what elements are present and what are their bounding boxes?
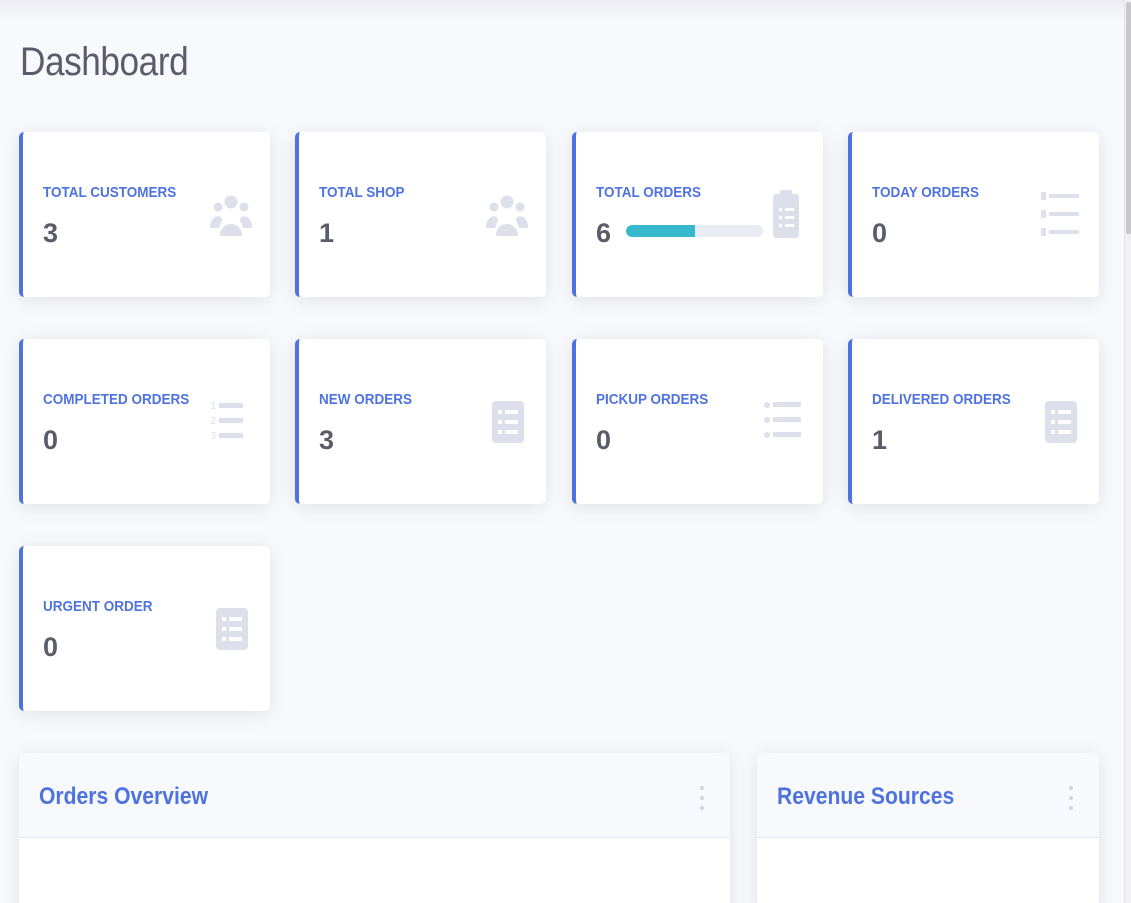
scrollbar-thumb[interactable]: [1126, 2, 1131, 234]
users-icon: [486, 195, 528, 236]
card-label: TOTAL CUSTOMERS: [43, 184, 177, 201]
panel-title: Orders Overview: [39, 783, 209, 810]
panel-header: Revenue Sources: [757, 753, 1099, 838]
card-label: DELIVERED ORDERS: [872, 391, 1011, 408]
revenue-sources-panel: Revenue Sources: [757, 753, 1099, 903]
list-ul-icon: [764, 402, 801, 438]
card-value: 0: [596, 425, 612, 455]
list-alt-icon: [492, 401, 524, 443]
list-ol-icon: 1 2 3: [210, 401, 243, 442]
card-label: NEW ORDERS: [319, 391, 413, 408]
svg-text:3: 3: [210, 431, 216, 442]
card-value: 3: [43, 218, 59, 248]
card-today-orders[interactable]: TODAY ORDERS 0: [848, 132, 1099, 297]
card-value: 0: [43, 632, 59, 662]
clipboard-list-icon: [773, 190, 799, 238]
card-label: PICKUP ORDERS: [596, 391, 709, 408]
users-icon: [210, 195, 252, 236]
page-title: Dashboard: [20, 40, 189, 84]
card-urgent-order[interactable]: URGENT ORDER 0: [19, 546, 270, 711]
card-value: 3: [319, 425, 335, 455]
list-alt-icon: [216, 608, 248, 650]
orders-progress-fill: [626, 225, 695, 237]
card-value: 6: [596, 218, 612, 248]
card-pickup-orders[interactable]: PICKUP ORDERS 0: [572, 339, 823, 504]
svg-text:1: 1: [210, 401, 216, 412]
card-value: 1: [319, 218, 335, 248]
card-label: TOTAL SHOP: [319, 184, 405, 201]
card-completed-orders[interactable]: COMPLETED ORDERS 0 1 2 3: [19, 339, 270, 504]
more-vertical-icon[interactable]: [1067, 786, 1075, 810]
card-total-shop[interactable]: TOTAL SHOP 1: [295, 132, 546, 297]
panel-header: Orders Overview: [19, 753, 730, 838]
svg-text:2: 2: [210, 416, 216, 427]
card-value: 1: [872, 425, 888, 455]
panel-title: Revenue Sources: [777, 783, 955, 810]
orders-progress-bar: [626, 225, 763, 237]
card-label: TOTAL ORDERS: [596, 184, 702, 201]
card-label: TODAY ORDERS: [872, 184, 980, 201]
list-icon: [1041, 192, 1079, 236]
more-vertical-icon[interactable]: [698, 786, 706, 810]
topbar-shadow: [0, 0, 1124, 22]
card-new-orders[interactable]: NEW ORDERS 3: [295, 339, 546, 504]
card-value: 0: [43, 425, 59, 455]
card-delivered-orders[interactable]: DELIVERED ORDERS 1: [848, 339, 1099, 504]
card-label: COMPLETED ORDERS: [43, 391, 190, 408]
card-value: 0: [872, 218, 888, 248]
orders-overview-panel: Orders Overview: [19, 753, 730, 903]
card-label: URGENT ORDER: [43, 598, 153, 615]
page-scrollbar[interactable]: [1124, 0, 1131, 903]
card-total-customers[interactable]: TOTAL CUSTOMERS 3: [19, 132, 270, 297]
list-alt-icon: [1045, 401, 1077, 443]
card-total-orders[interactable]: TOTAL ORDERS 6: [572, 132, 823, 297]
